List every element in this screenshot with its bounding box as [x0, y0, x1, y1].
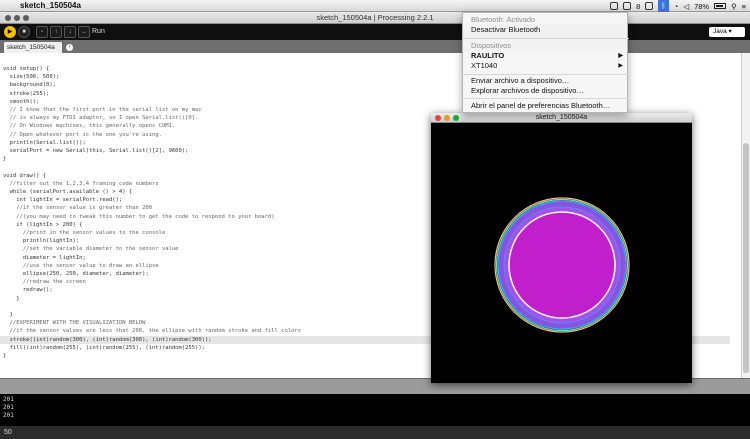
device-label: RAULITO — [471, 51, 505, 60]
menubar-app-title[interactable]: sketch_150504a — [20, 1, 81, 10]
code-line: // Open whatever port is the one you're … — [3, 131, 162, 138]
save-sketch-button[interactable]: ↓ — [64, 26, 76, 38]
volume-icon[interactable]: ◁ — [683, 2, 689, 11]
code-line: int lightIn = serialPort.read(); — [3, 197, 123, 204]
open-bluetooth-prefs-item[interactable]: Abrir el panel de preferencias Bluetooth… — [463, 101, 629, 111]
browse-files-item[interactable]: Explorar archivos de dispositivo… — [463, 86, 629, 96]
code-line: while (serialPort.available () > 4) { — [3, 189, 133, 195]
processing-toolbar: ▶ ■ ▫ ↑ ↓ → Run Java ▾ — [0, 24, 750, 40]
dropbox-icon[interactable] — [610, 2, 619, 10]
code-line: //if the sensor values are less that 200… — [3, 328, 302, 335]
code-line: stroke(255); — [3, 90, 50, 97]
code-line: //EXPERIMENT WITH THE VISUALIZATION BELO… — [3, 320, 146, 327]
sketch-titlebar: sketch_150504a — [431, 113, 692, 123]
stop-button[interactable]: ■ — [18, 26, 30, 38]
code-line: } — [3, 295, 20, 302]
code-line: if (lightIn > 200) { — [3, 221, 83, 228]
code-line: diameter = lightIn; — [3, 254, 86, 261]
bluetooth-menu: Bluetooth: Activado Desactivar Bluetooth… — [462, 12, 629, 113]
evernote-icon[interactable] — [623, 2, 632, 10]
code-line: // I know that the first port in the ser… — [3, 107, 202, 113]
processing-titlebar: sketch_150504a | Processing 2.2.1 — [0, 12, 750, 24]
sketch-window[interactable]: sketch_150504a — [431, 113, 692, 383]
menu-separator — [463, 38, 629, 39]
console-line: 201 — [3, 396, 14, 403]
search-icon[interactable]: ⚲ — [731, 2, 737, 11]
sketch-minimize-button[interactable] — [444, 115, 450, 121]
close-window-button[interactable] — [5, 15, 11, 21]
minimize-window-button[interactable] — [14, 15, 20, 21]
run-button[interactable]: ▶ — [4, 26, 16, 38]
code-line: //(you may need to tweak this number to … — [3, 213, 275, 220]
bluetooth-status: Bluetooth: Activado — [471, 15, 536, 24]
code-line: //print in the sensor values to the cons… — [3, 230, 166, 236]
code-line: serialPort = new Serial(this, Serial.lis… — [3, 148, 189, 154]
tab-menu-button[interactable]: › — [66, 44, 73, 51]
code-line: //use the sensor value to draw an ellips… — [3, 262, 159, 269]
status-bar: 50 — [0, 426, 750, 439]
time-machine-icon[interactable] — [645, 2, 654, 10]
sketch-window-title: sketch_150504a — [535, 114, 588, 121]
zoom-window-button[interactable] — [23, 15, 29, 21]
code-line: println(lightIn); — [3, 238, 80, 245]
sketch-canvas[interactable] — [431, 123, 692, 383]
screen: sketch_150504a 8 ᛒ ◔ ◁ 78% ⚲ ≡ sketch_15… — [0, 0, 750, 439]
run-label: Run — [92, 28, 105, 35]
open-sketch-button[interactable]: ↑ — [50, 26, 62, 38]
tab-sketch[interactable]: sketch_150504a — [4, 42, 62, 53]
menubar-status-area: 8 ᛒ ◔ ◁ 78% ⚲ ≡ — [610, 0, 746, 12]
notification-badge[interactable]: 8 — [636, 2, 640, 11]
console-line: 201 — [3, 412, 14, 419]
submenu-arrow-icon: ▶ — [618, 53, 623, 59]
code-line: } — [3, 312, 13, 318]
code-line: smooth(); — [3, 98, 40, 105]
menu-separator — [463, 74, 629, 75]
export-button[interactable]: → — [78, 26, 90, 38]
device-item-xt1040[interactable]: XT1040 ▶ — [463, 61, 629, 71]
center-ellipse — [508, 211, 616, 319]
send-file-item[interactable]: Enviar archivo a dispositivo… — [463, 76, 629, 86]
code-line: //redraw the screen — [3, 279, 86, 286]
new-sketch-button[interactable]: ▫ — [36, 26, 48, 38]
submenu-arrow-icon: ▶ — [618, 63, 623, 69]
editor-scrollbar[interactable] — [741, 53, 750, 378]
code-line: println(Serial.list()); — [3, 139, 86, 146]
code-line: // is always my FTDI adaptor, so I open … — [3, 115, 199, 122]
code-line: //set the variable diameter to the senso… — [3, 246, 179, 253]
device-item-raulito[interactable]: RAULITO ▶ — [463, 51, 629, 61]
wifi-icon[interactable]: ◔ — [674, 2, 679, 11]
code-line: // On Windows machines, this generally o… — [3, 123, 176, 130]
devices-header: Dispositivos — [471, 41, 512, 50]
sketch-close-button[interactable] — [435, 115, 441, 121]
code-line: void draw() { — [3, 172, 47, 179]
code-line: background(0); — [3, 82, 56, 89]
bluetooth-icon[interactable]: ᛒ — [658, 0, 669, 12]
battery-percentage[interactable]: 78% — [694, 2, 709, 11]
menu-separator — [463, 98, 629, 99]
processing-window-title: sketch_150504a | Processing 2.2.1 — [316, 13, 434, 22]
console[interactable]: 201 201 201 — [0, 394, 750, 426]
line-number: 50 — [4, 429, 12, 436]
device-label: XT1040 — [471, 61, 498, 70]
editor-scroll-thumb[interactable] — [743, 143, 749, 373]
code-line: //if the sensor value is greater than 20… — [3, 205, 153, 212]
code-line: } — [3, 156, 7, 163]
code-line: } — [3, 353, 7, 359]
notification-center-icon[interactable]: ≡ — [742, 2, 746, 11]
code-line: ellipse(250, 250, diameter, diameter); — [3, 271, 149, 277]
mode-selector[interactable]: Java ▾ — [709, 27, 745, 37]
console-line: 201 — [3, 404, 14, 411]
tab-bar: sketch_150504a › — [0, 40, 750, 53]
toggle-bluetooth-item[interactable]: Desactivar Bluetooth — [463, 25, 629, 35]
sketch-zoom-button[interactable] — [453, 115, 459, 121]
code-line: fill((int)random(255), (int)random(255),… — [3, 344, 205, 351]
code-line: //filter out the 1,2,3,4 framing code nu… — [3, 180, 159, 187]
code-line: void setup() { — [3, 66, 50, 72]
system-menubar: sketch_150504a 8 ᛒ ◔ ◁ 78% ⚲ ≡ — [0, 0, 750, 12]
battery-icon[interactable] — [714, 3, 727, 9]
code-line: size(500, 500); — [3, 74, 60, 81]
code-line: redraw(); — [3, 287, 53, 294]
